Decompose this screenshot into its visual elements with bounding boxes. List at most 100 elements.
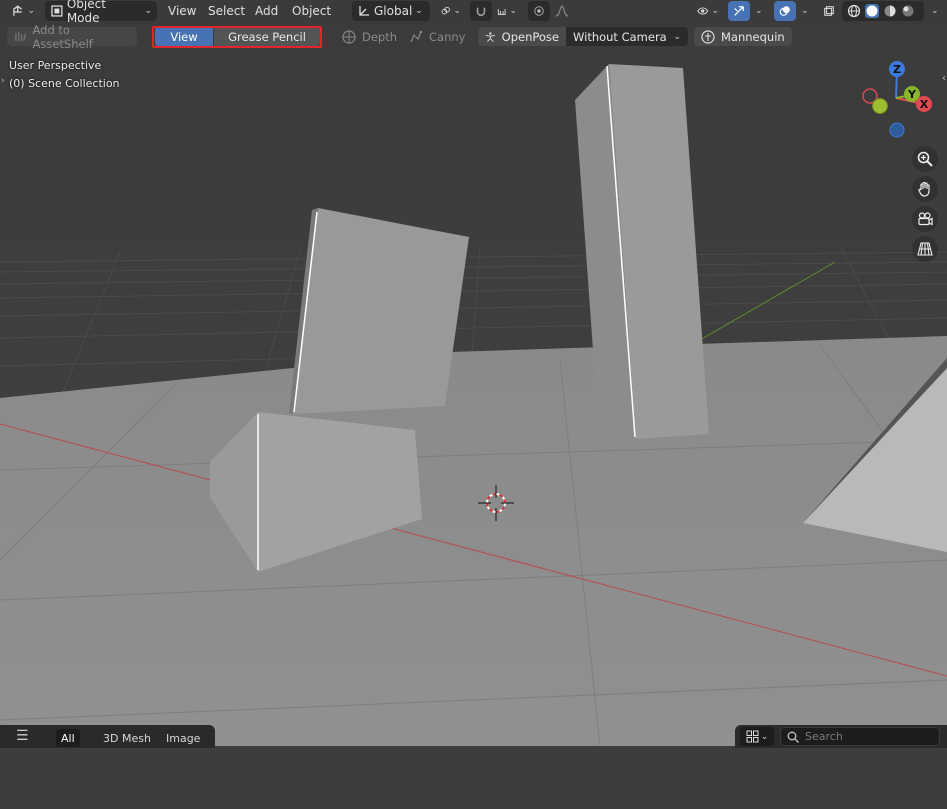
perspective-toggle-button[interactable] bbox=[912, 236, 938, 262]
shading-mode-group bbox=[842, 1, 924, 21]
solid-shading-icon[interactable] bbox=[865, 4, 879, 18]
magnet-icon bbox=[476, 7, 486, 17]
chevron-down-icon: ⌄ bbox=[453, 6, 461, 16]
depth-label: Depth bbox=[362, 29, 398, 44]
chevron-down-icon: ⌄ bbox=[144, 6, 152, 16]
chevron-down-icon: ⌄ bbox=[931, 6, 939, 16]
falloff-curve-icon bbox=[555, 5, 569, 17]
depth-icon bbox=[342, 29, 356, 44]
depth-button[interactable]: Depth bbox=[335, 27, 404, 46]
viewport-header: ⌄ Object Mode ⌄ View Select Add Object G… bbox=[0, 0, 947, 25]
falloff-button[interactable] bbox=[550, 1, 580, 21]
overlays-dropdown[interactable]: ⌄ bbox=[796, 1, 814, 21]
shelf-tab-image[interactable]: Image bbox=[161, 729, 205, 747]
mannequin-label: Mannequin bbox=[721, 29, 785, 44]
gizmo-neg-z[interactable] bbox=[889, 122, 905, 138]
gizmo-z-label: Z bbox=[893, 63, 901, 76]
view-perspective-label: User Perspective bbox=[9, 59, 102, 72]
overlay-icon bbox=[779, 6, 790, 16]
menu-add[interactable]: Add bbox=[250, 1, 283, 21]
add-to-assetshelf-button[interactable]: Add to AssetShelf bbox=[7, 23, 137, 51]
gizmo-icon bbox=[734, 6, 744, 16]
gizmo-neg-y[interactable] bbox=[872, 98, 888, 114]
camera-option-select[interactable]: Without Camera ⌄ bbox=[566, 27, 688, 46]
display-settings-button[interactable]: ⌄ bbox=[740, 727, 774, 746]
pan-button[interactable] bbox=[912, 176, 938, 202]
openpose-label: OpenPose bbox=[501, 29, 559, 44]
mannequin-button[interactable]: Mannequin bbox=[694, 27, 792, 46]
snap-target-button[interactable]: ⌄ bbox=[492, 1, 522, 21]
asset-shelf-content bbox=[0, 748, 947, 809]
floor-plane bbox=[0, 336, 947, 746]
gizmo-x-label: X bbox=[920, 98, 929, 111]
grid-view-icon bbox=[746, 730, 759, 743]
highlight-box bbox=[152, 26, 322, 48]
chevron-down-icon: ⌄ bbox=[801, 6, 809, 16]
menu-object[interactable]: Object bbox=[287, 1, 336, 21]
hand-icon bbox=[918, 181, 930, 197]
chevron-down-icon: ⌄ bbox=[711, 6, 719, 16]
xray-toggle[interactable] bbox=[818, 1, 840, 21]
gizmo-y-label: Y bbox=[907, 88, 917, 101]
pose-figure-icon bbox=[485, 31, 495, 42]
chevron-down-icon: ⌄ bbox=[415, 6, 423, 16]
grid-perspective-icon bbox=[917, 242, 933, 256]
shelf-tab-3d-mesh[interactable]: 3D Mesh bbox=[98, 729, 156, 747]
camera-view-button[interactable] bbox=[912, 206, 938, 232]
axis-editor-icon bbox=[13, 5, 22, 16]
mesh-panel-left[interactable] bbox=[289, 208, 469, 414]
toolbar-expand-icon[interactable]: › bbox=[1, 76, 5, 86]
zoom-icon bbox=[917, 151, 933, 167]
search-icon bbox=[787, 731, 799, 743]
editor-type-button[interactable]: ⌄ bbox=[6, 1, 40, 21]
orientation-label: Global bbox=[374, 4, 413, 18]
snap-toggle[interactable] bbox=[470, 1, 492, 21]
gizmo-toggle[interactable] bbox=[728, 1, 750, 21]
canny-label: Canny bbox=[429, 29, 466, 44]
3d-viewport[interactable]: Z Y X User Perspective (0) Scene Collect… bbox=[0, 0, 947, 746]
gizmo-x[interactable]: X bbox=[916, 96, 932, 112]
viewport-scene bbox=[0, 0, 947, 746]
material-shading-icon[interactable] bbox=[883, 4, 897, 18]
chevron-down-icon: ⌄ bbox=[673, 31, 681, 42]
zoom-button[interactable] bbox=[912, 146, 938, 172]
scene-collection-label: (0) Scene Collection bbox=[9, 77, 120, 90]
asset-search-input[interactable]: Search bbox=[780, 727, 940, 746]
pivot-point-button[interactable]: ⌄ bbox=[436, 1, 466, 21]
visibility-button[interactable]: ⌄ bbox=[692, 1, 724, 21]
assetshelf-icon bbox=[15, 32, 27, 41]
orientation-icon bbox=[359, 6, 369, 16]
wireframe-shading-icon[interactable] bbox=[847, 4, 861, 18]
rendered-shading-icon[interactable] bbox=[901, 4, 915, 18]
shelf-tab-all[interactable]: All bbox=[56, 729, 80, 747]
object-mode-icon bbox=[51, 5, 63, 17]
gizmo-dropdown[interactable]: ⌄ bbox=[750, 1, 768, 21]
proportional-edit-icon bbox=[534, 6, 544, 16]
openpose-button[interactable]: OpenPose bbox=[478, 27, 566, 46]
add-to-assetshelf-label: Add to AssetShelf bbox=[32, 22, 93, 51]
camera-icon bbox=[918, 212, 933, 226]
chevron-down-icon: ⌄ bbox=[755, 6, 763, 16]
overlays-toggle[interactable] bbox=[774, 1, 796, 21]
shading-dropdown[interactable]: ⌄ bbox=[926, 1, 944, 21]
canny-edge-icon bbox=[410, 30, 423, 42]
hamburger-menu-icon[interactable]: ☰ bbox=[16, 728, 29, 744]
xray-icon bbox=[824, 6, 834, 16]
mode-select[interactable]: Object Mode ⌄ bbox=[45, 0, 157, 25]
sidebar-expand-icon[interactable]: ‹ bbox=[942, 73, 946, 84]
proportional-editing-toggle[interactable] bbox=[528, 1, 550, 21]
gizmo-z[interactable]: Z bbox=[889, 61, 905, 77]
tool-header: Add to AssetShelf View Grease Pencil Dep… bbox=[0, 23, 947, 51]
canny-button[interactable]: Canny bbox=[402, 27, 472, 46]
camera-option-label: Without Camera bbox=[573, 29, 667, 44]
chevron-down-icon: ⌄ bbox=[509, 6, 517, 16]
mode-label: Object Mode bbox=[66, 0, 106, 25]
navigation-gizmo[interactable]: Z Y X bbox=[856, 58, 936, 142]
chevron-down-icon: ⌄ bbox=[27, 6, 35, 16]
menu-select[interactable]: Select bbox=[203, 1, 250, 21]
mannequin-icon bbox=[701, 29, 715, 44]
transform-orientation-select[interactable]: Global ⌄ bbox=[352, 1, 430, 21]
link-icon bbox=[441, 6, 450, 15]
snap-increment-icon bbox=[497, 8, 506, 15]
menu-view[interactable]: View bbox=[163, 1, 201, 21]
